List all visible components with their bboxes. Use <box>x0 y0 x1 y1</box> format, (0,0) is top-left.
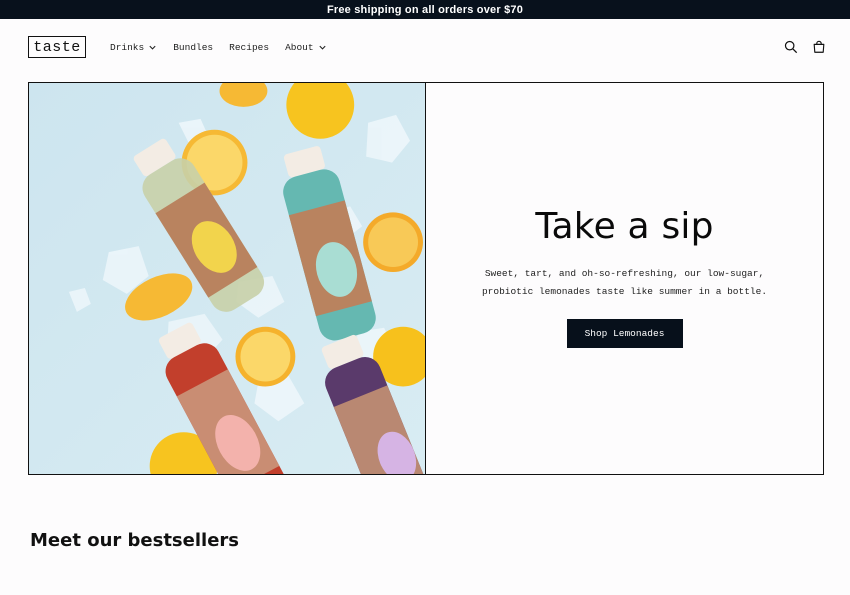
nav-item-label: About <box>285 41 314 53</box>
hero-description: Sweet, tart, and oh-so-refreshing, our l… <box>481 268 768 297</box>
nav-item-about[interactable]: About <box>285 42 327 53</box>
nav-item-label: Drinks <box>110 41 145 53</box>
site-logo[interactable]: taste <box>28 36 86 58</box>
header-actions <box>784 19 826 75</box>
nav-item-label: Recipes <box>229 41 270 53</box>
nav-item-recipes[interactable]: Recipes <box>229 42 269 53</box>
button-label: Shop Lemonades <box>584 328 665 339</box>
announcement-text: Free shipping on all orders over $70 <box>326 3 524 16</box>
hero-title: Take a sip <box>535 206 714 247</box>
search-icon[interactable] <box>784 40 798 54</box>
shop-lemonades-button[interactable]: Shop Lemonades <box>566 319 683 348</box>
site-header: taste Drinks Bundles Recipes About <box>0 19 850 75</box>
section-title-bestsellers: Meet our bestsellers <box>30 530 239 551</box>
hero-banner: Take a sip Sweet, tart, and oh-so-refres… <box>28 82 824 475</box>
nav-item-drinks[interactable]: Drinks <box>110 42 157 53</box>
chevron-down-icon <box>149 45 156 50</box>
cart-icon[interactable] <box>812 40 826 54</box>
hero-content: Take a sip Sweet, tart, and oh-so-refres… <box>426 83 823 474</box>
hero-image <box>29 83 426 474</box>
announcement-bar: Free shipping on all orders over $70 <box>0 0 850 19</box>
chevron-down-icon <box>318 45 326 50</box>
logo-text: taste <box>33 38 81 56</box>
nav-item-label: Bundles <box>173 41 214 53</box>
main-nav: Drinks Bundles Recipes About <box>110 19 327 75</box>
lemonade-bottles-image <box>29 83 425 474</box>
nav-item-bundles[interactable]: Bundles <box>173 42 213 53</box>
